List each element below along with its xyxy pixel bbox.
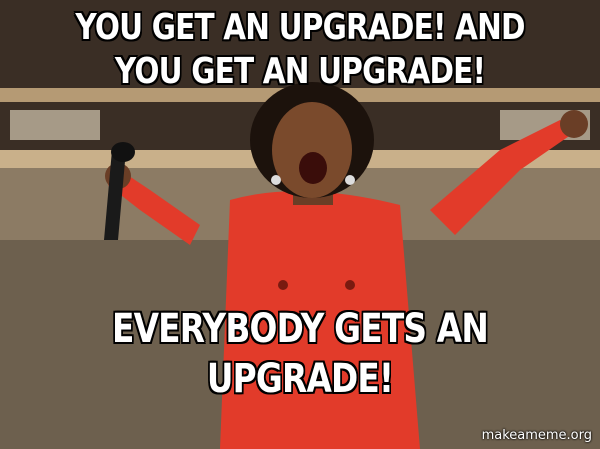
hand-right <box>560 110 588 138</box>
open-mouth <box>299 152 327 184</box>
microphone-head <box>111 142 135 162</box>
earring-left <box>271 175 281 185</box>
light-panel-left <box>10 110 100 140</box>
watermark-text: makeameme.org <box>481 428 592 443</box>
meme-bottom-caption: EVERYBODY GETS AN UPGRADE! <box>112 306 489 402</box>
dress-button-left <box>278 280 288 290</box>
dress-button-right <box>345 280 355 290</box>
meme-top-caption: YOU GET AN UPGRADE! AND YOU GET AN UPGRA… <box>75 7 525 92</box>
earring-right <box>345 175 355 185</box>
meme-image: YOU GET AN UPGRADE! AND YOU GET AN UPGRA… <box>0 0 600 449</box>
